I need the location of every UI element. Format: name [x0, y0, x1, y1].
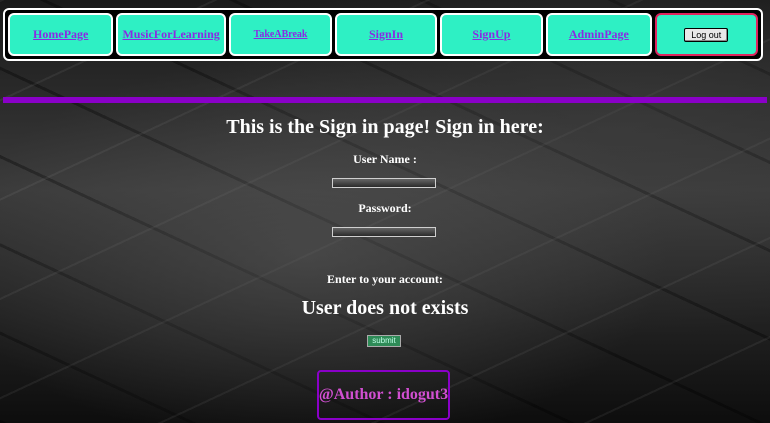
username-input[interactable]	[332, 178, 436, 188]
nav-item-take-a-break[interactable]: TakeABreak	[228, 13, 333, 56]
nav-item-sign-up[interactable]: SignUp	[439, 13, 544, 56]
nav-link-homepage[interactable]: HomePage	[33, 27, 88, 42]
password-input[interactable]	[332, 227, 436, 237]
enter-account-label: Enter to your account:	[327, 272, 443, 286]
nav-item-logout: Log out	[654, 13, 759, 56]
author-footer: @Author : idogut3	[317, 370, 450, 420]
header-divider	[3, 97, 767, 103]
nav-link-take-a-break[interactable]: TakeABreak	[254, 29, 308, 40]
error-message: User does not exists	[301, 297, 469, 319]
nav-link-music-for-learning[interactable]: MusicForLearning	[122, 27, 219, 42]
logout-button[interactable]: Log out	[684, 27, 729, 42]
top-navbar: HomePage MusicForLearning TakeABreak Sig…	[3, 8, 763, 61]
nav-link-sign-in[interactable]: SignIn	[369, 27, 403, 42]
page-title: This is the Sign in page! Sign in here:	[226, 116, 544, 138]
author-credit: @Author : idogut3	[318, 386, 449, 403]
nav-item-music-for-learning[interactable]: MusicForLearning	[116, 13, 226, 56]
nav-link-sign-up[interactable]: SignUp	[472, 27, 510, 42]
submit-button[interactable]: submit	[367, 335, 401, 347]
password-label: Password:	[358, 201, 412, 215]
username-label: User Name :	[353, 152, 417, 166]
nav-item-sign-in[interactable]: SignIn	[335, 13, 437, 56]
nav-item-homepage[interactable]: HomePage	[8, 13, 114, 56]
nav-item-admin-page[interactable]: AdminPage	[546, 13, 652, 56]
nav-link-admin-page[interactable]: AdminPage	[569, 27, 629, 42]
